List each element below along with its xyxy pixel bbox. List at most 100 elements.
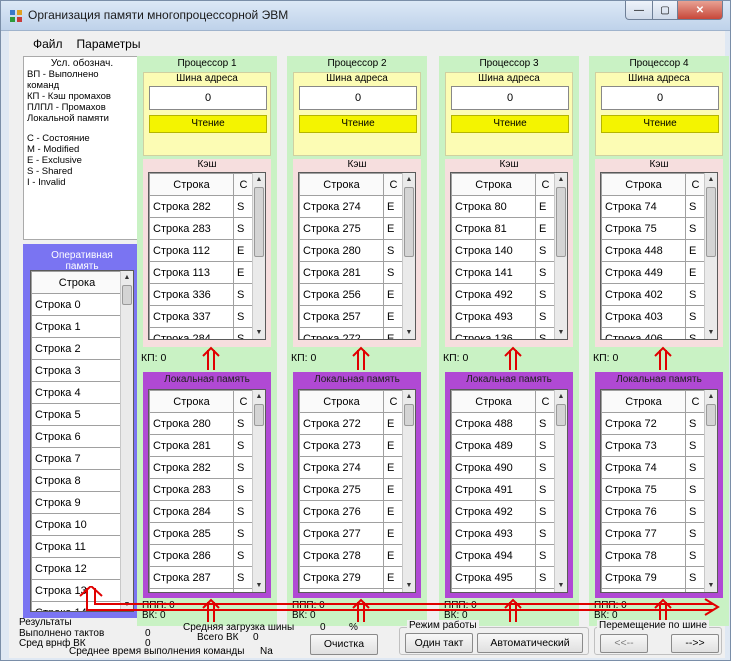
menu-file[interactable]: Файл (33, 37, 63, 55)
maximize-button[interactable]: ▢ (652, 1, 678, 20)
table-row[interactable]: Строка 492 S (451, 500, 556, 523)
table-row[interactable]: Строка 276 E (299, 500, 404, 523)
one-tick-button[interactable]: Один такт (405, 633, 473, 653)
automatic-button[interactable]: Автоматический (477, 633, 583, 653)
state-cell[interactable]: E (535, 195, 556, 218)
table-row[interactable]: Строка 2 (31, 337, 123, 360)
table-row[interactable]: Строка 277 E (299, 522, 404, 545)
cache-grid[interactable]: Строка С Строка 274 E Строка 275 E Строка 280 S… (298, 172, 416, 340)
state-cell[interactable]: E (383, 500, 404, 523)
minimize-button[interactable]: — (625, 1, 653, 20)
scroll-thumb[interactable] (122, 285, 132, 305)
state-cell[interactable]: S (233, 544, 254, 567)
ram-grid[interactable]: Строка Строка 0 Строка 1 Строка 2 Строка 3 Ст… (30, 270, 134, 612)
table-row[interactable]: Строка 76 S (601, 500, 706, 523)
table-row[interactable]: Строка 80 E (451, 195, 556, 218)
column-header-state[interactable]: С (233, 173, 254, 196)
table-row[interactable]: Строка 12 (31, 557, 123, 580)
row-name-cell[interactable]: Строка 280 (149, 412, 234, 435)
address-field[interactable]: 0 (149, 86, 267, 110)
table-row[interactable]: Строка 113 E (149, 261, 254, 284)
table-row[interactable]: Строка 3 (31, 359, 123, 382)
scroll-down-icon[interactable]: ▼ (253, 326, 265, 339)
column-header-row[interactable]: Строка (451, 173, 536, 196)
row-name-cell[interactable]: Строка 283 (149, 217, 234, 240)
row-name-cell[interactable]: Строка 492 (451, 283, 536, 306)
row-name-cell[interactable]: Строка 136 (451, 327, 536, 339)
address-field[interactable]: 0 (451, 86, 569, 110)
table-row[interactable]: Строка 274 E (299, 195, 404, 218)
scrollbar[interactable]: ▲ ▼ (402, 390, 415, 592)
state-cell[interactable]: E (383, 217, 404, 240)
table-row[interactable]: Строка 1 (31, 315, 123, 338)
state-cell[interactable]: S (535, 327, 556, 339)
column-header-state[interactable]: С (535, 390, 556, 413)
scroll-thumb[interactable] (404, 187, 414, 257)
state-cell[interactable]: S (233, 305, 254, 328)
scrollbar[interactable]: ▲ ▼ (704, 173, 717, 339)
state-cell[interactable]: S (233, 195, 254, 218)
table-row[interactable]: Строка 0 (31, 293, 123, 316)
read-button[interactable]: Чтение (601, 115, 719, 133)
column-header-row[interactable]: Строка (149, 390, 234, 413)
ram-cell[interactable]: Строка 2 (31, 337, 123, 360)
table-row[interactable]: Строка 337 S (149, 305, 254, 328)
state-cell[interactable]: S (685, 434, 706, 457)
cache-grid[interactable]: Строка С Строка 282 S Строка 283 S Строка 112 E… (148, 172, 266, 340)
state-cell[interactable]: S (535, 456, 556, 479)
table-row[interactable]: Строка 136S (451, 327, 556, 339)
row-name-cell[interactable]: Строка 402 (601, 283, 686, 306)
table-row[interactable]: Строка 283 S (149, 217, 254, 240)
row-name-cell[interactable]: Строка 490 (451, 456, 536, 479)
row-name-cell[interactable]: Строка 76 (601, 500, 686, 523)
table-row[interactable]: Строка 449 E (601, 261, 706, 284)
column-header-state[interactable]: С (685, 173, 706, 196)
ram-cell[interactable]: Строка 9 (31, 491, 123, 514)
row-name-cell[interactable]: Строка 140 (451, 239, 536, 262)
state-cell[interactable]: S (535, 412, 556, 435)
scroll-down-icon[interactable]: ▼ (705, 326, 717, 339)
state-cell[interactable]: S (535, 434, 556, 457)
scroll-thumb[interactable] (706, 187, 716, 257)
table-row[interactable]: Строка 448 E (601, 239, 706, 262)
row-name-cell[interactable]: Строка 141 (451, 261, 536, 284)
table-row[interactable]: Строка 75 S (601, 217, 706, 240)
ram-cell[interactable]: Строка 4 (31, 381, 123, 404)
table-row[interactable]: Строка 489 S (451, 434, 556, 457)
row-name-cell[interactable]: Строка 273 (299, 434, 384, 457)
scroll-up-icon[interactable]: ▲ (705, 173, 717, 186)
row-name-cell[interactable]: Строка 281 (299, 261, 384, 284)
ram-cell[interactable]: Строка 6 (31, 425, 123, 448)
local-memory-grid[interactable]: Строка С Строка 488 S Строка 489 S Строка 490 S… (450, 389, 568, 593)
state-cell[interactable]: S (535, 478, 556, 501)
scrollbar[interactable]: ▲ ▼ (252, 173, 265, 339)
state-cell[interactable]: S (233, 478, 254, 501)
scroll-up-icon[interactable]: ▲ (555, 173, 567, 186)
scrollbar[interactable]: ▲ ▼ (252, 390, 265, 592)
table-row[interactable]: Строка 284 S (149, 500, 254, 523)
state-cell[interactable]: E (685, 239, 706, 262)
table-row[interactable]: Строка 280 S (149, 412, 254, 435)
table-row[interactable]: Строка 10 (31, 513, 123, 536)
state-cell[interactable]: S (685, 283, 706, 306)
row-name-cell[interactable]: Строка 280 (299, 239, 384, 262)
scroll-up-icon[interactable]: ▲ (403, 173, 415, 186)
row-name-cell[interactable]: Строка 282 (149, 456, 234, 479)
scroll-up-icon[interactable]: ▲ (705, 390, 717, 403)
clear-button[interactable]: Очистка (310, 634, 378, 655)
ram-cell[interactable]: Строка 3 (31, 359, 123, 382)
table-row[interactable]: Строка 4 (31, 381, 123, 404)
row-name-cell[interactable]: Строка 286 (149, 544, 234, 567)
local-memory-grid[interactable]: Строка С Строка 272 E Строка 273 E Строка 274 E… (298, 389, 416, 593)
row-name-cell[interactable]: Строка 282 (149, 195, 234, 218)
state-cell[interactable]: E (233, 261, 254, 284)
row-name-cell[interactable]: Строка 113 (149, 261, 234, 284)
state-cell[interactable]: E (383, 478, 404, 501)
table-row[interactable]: Строка 272 E (299, 412, 404, 435)
table-row[interactable]: Строка 77 S (601, 522, 706, 545)
scroll-thumb[interactable] (404, 404, 414, 426)
row-name-cell[interactable]: Строка 78 (601, 544, 686, 567)
table-row[interactable]: Строка 403 S (601, 305, 706, 328)
state-cell[interactable]: E (383, 283, 404, 306)
table-row[interactable]: Строка 274 E (299, 456, 404, 479)
